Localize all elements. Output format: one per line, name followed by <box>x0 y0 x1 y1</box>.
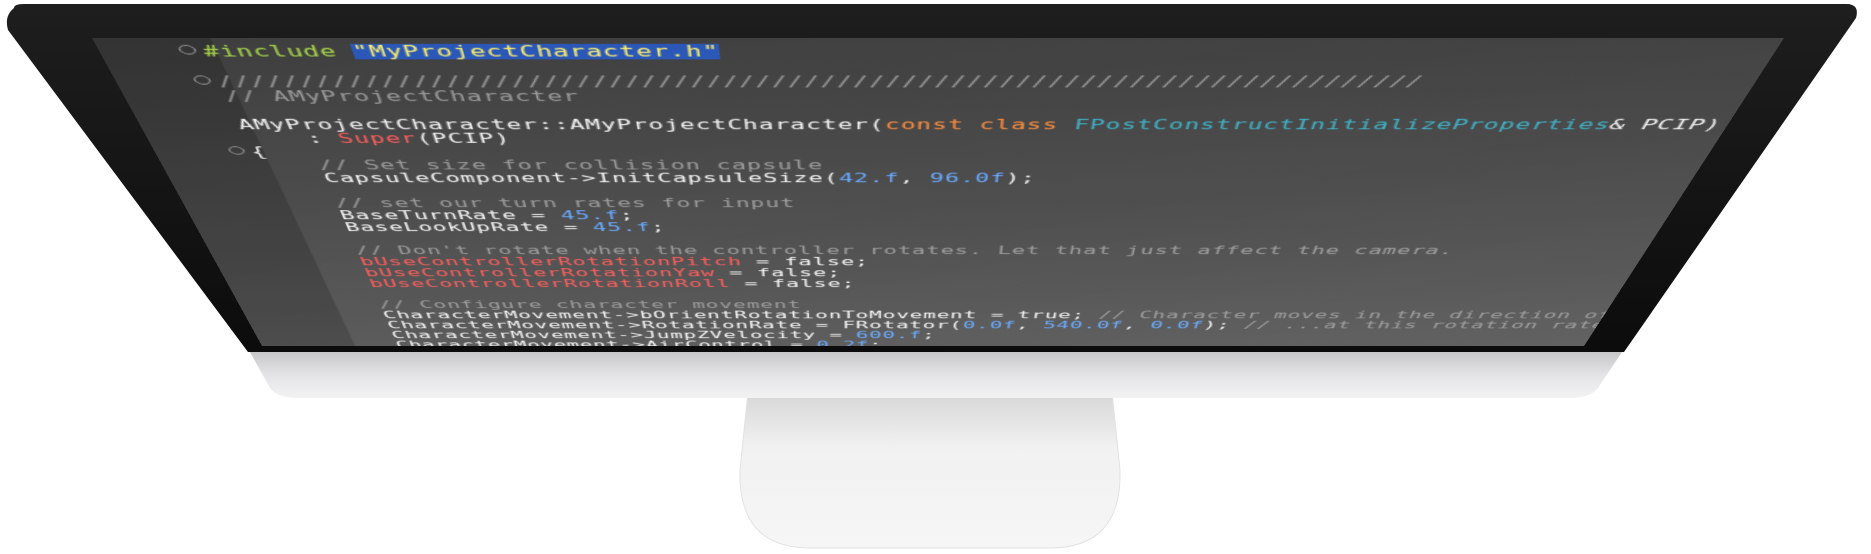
code-token: 0.0f <box>1148 320 1206 331</box>
code-line[interactable]: BaseTurnRate = 45.f; <box>279 209 1673 221</box>
code-token: bUseControllerRotationRoll <box>311 278 732 290</box>
code-token: : <box>241 131 342 146</box>
code-token: AMyProjectCharacter::AMyProjectCharacter… <box>235 117 885 132</box>
imac-stage: #include "MyProjectCharacter.h" /////////… <box>0 0 1871 554</box>
code-token: ; <box>921 330 936 340</box>
code-token: FPostConstructInitializeProperties <box>1072 117 1615 132</box>
code-line[interactable]: CharacterMovement->AirControl = 0.2f; <box>341 340 1588 346</box>
code-token: & PCIP) <box>1605 117 1726 132</box>
code-line[interactable]: ////////////////////////////////////////… <box>214 74 1760 89</box>
code-token: = false; <box>729 278 856 290</box>
code-line[interactable]: bUseControllerRotationRoll = false; <box>312 278 1628 289</box>
code-token: 0.0f <box>962 320 1018 331</box>
code-token: 96.0f <box>929 171 1007 185</box>
code-token: // ...at this rotation rate <box>1241 320 1601 331</box>
code-token: #include <box>199 43 357 60</box>
imac-stand <box>739 391 1121 549</box>
code-token: 42.f <box>838 171 900 185</box>
code-token: BaseLookUpRate = <box>284 221 595 234</box>
code-editor-screen[interactable]: #include "MyProjectCharacter.h" /////////… <box>92 38 1784 347</box>
fold-marker-icon[interactable] <box>226 146 247 155</box>
code-token: 0.2f <box>816 339 870 347</box>
code-token: 600.f <box>855 330 923 340</box>
fold-marker-icon[interactable] <box>176 44 199 55</box>
code-token: // Character moves in the direction of i… <box>1097 309 1608 321</box>
code-token: BaseTurnRate = <box>278 209 563 222</box>
code-token: // set our turn rates for input <box>272 197 796 210</box>
code-line[interactable]: // set our turn rates for input <box>273 197 1681 209</box>
code-line[interactable]: // AMyProjectCharacter <box>221 89 1750 103</box>
code-token: ); <box>1202 320 1246 331</box>
code-token: bUseControllerRotationYaw <box>306 267 716 279</box>
code-token: ; <box>869 339 883 347</box>
code-token: , <box>1015 320 1045 331</box>
imac-chin <box>250 352 1622 398</box>
code-token: , <box>899 171 931 185</box>
code-line[interactable]: AMyProjectCharacter::AMyProjectCharacter… <box>235 118 1732 132</box>
code-line[interactable] <box>228 104 1741 118</box>
code-token: ; <box>649 221 667 234</box>
code-token: CapsuleComponent->InitCapsuleSize( <box>260 171 840 185</box>
code-text-area[interactable]: #include "MyProjectCharacter.h" /////////… <box>199 43 1780 346</box>
code-line[interactable]: bUseControllerRotationYaw = false; <box>306 267 1635 278</box>
code-token: bUseControllerRotationPitch <box>301 256 743 268</box>
code-line[interactable]: bUseControllerRotationPitch = false; <box>301 256 1642 267</box>
code-token: CharacterMovement->AirControl = <box>341 339 817 347</box>
code-token: // AMyProjectCharacter <box>221 89 581 104</box>
code-line[interactable]: CharacterMovement->RotationRate = FRotat… <box>332 320 1601 330</box>
code-line[interactable]: : Super(PCIP) <box>242 132 1723 146</box>
code-token: 45.f <box>559 209 621 222</box>
code-token: 540.0f <box>1042 320 1125 331</box>
code-token: = false; <box>741 256 870 268</box>
code-token: ////////////////////////////////////////… <box>214 74 1427 90</box>
code-line[interactable]: // Set size for collision capsule <box>255 159 1706 172</box>
code-token: (PCIP) <box>413 131 513 146</box>
code-token: CharacterMovement->bOrientRotationToMove… <box>326 309 1100 321</box>
code-line[interactable]: // Don't rotate when the controller rota… <box>296 245 1650 256</box>
code-token: CharacterMovement->RotationRate = FRotat… <box>331 320 964 331</box>
code-token: "MyProjectCharacter.h" <box>349 43 721 60</box>
code-token: // Configure character movement <box>321 299 802 310</box>
code-token: // Don't rotate when the controller rota… <box>295 244 1458 257</box>
code-token: , <box>1122 320 1152 331</box>
code-line[interactable]: #include "MyProjectCharacter.h" <box>199 43 1780 60</box>
code-line[interactable]: // Configure character movement <box>322 300 1614 310</box>
code-line[interactable] <box>317 289 1621 300</box>
code-token: = false; <box>714 267 842 279</box>
code-line[interactable]: CapsuleComponent->InitCapsuleSize(42.f, … <box>261 172 1697 185</box>
code-token: // Set size for collision capsule <box>254 158 824 172</box>
code-line[interactable]: { <box>248 145 1714 158</box>
code-line[interactable] <box>207 59 1770 74</box>
code-line[interactable]: CharacterMovement->bOrientRotationToMove… <box>327 310 1608 320</box>
code-token: CharacterMovement->JumpZVelocity = <box>336 330 856 340</box>
fold-marker-icon[interactable] <box>191 75 213 85</box>
code-line[interactable] <box>290 233 1657 245</box>
code-token: Super <box>335 131 420 146</box>
code-token: 45.f <box>591 221 653 234</box>
code-line[interactable]: BaseLookUpRate = 45.f; <box>284 221 1664 233</box>
code-token: ); <box>1004 171 1037 185</box>
code-line[interactable]: CharacterMovement->JumpZVelocity = 600.f… <box>336 330 1594 340</box>
code-token: ; <box>618 209 636 222</box>
code-line[interactable] <box>267 185 1689 198</box>
code-token: const class <box>884 117 1076 132</box>
